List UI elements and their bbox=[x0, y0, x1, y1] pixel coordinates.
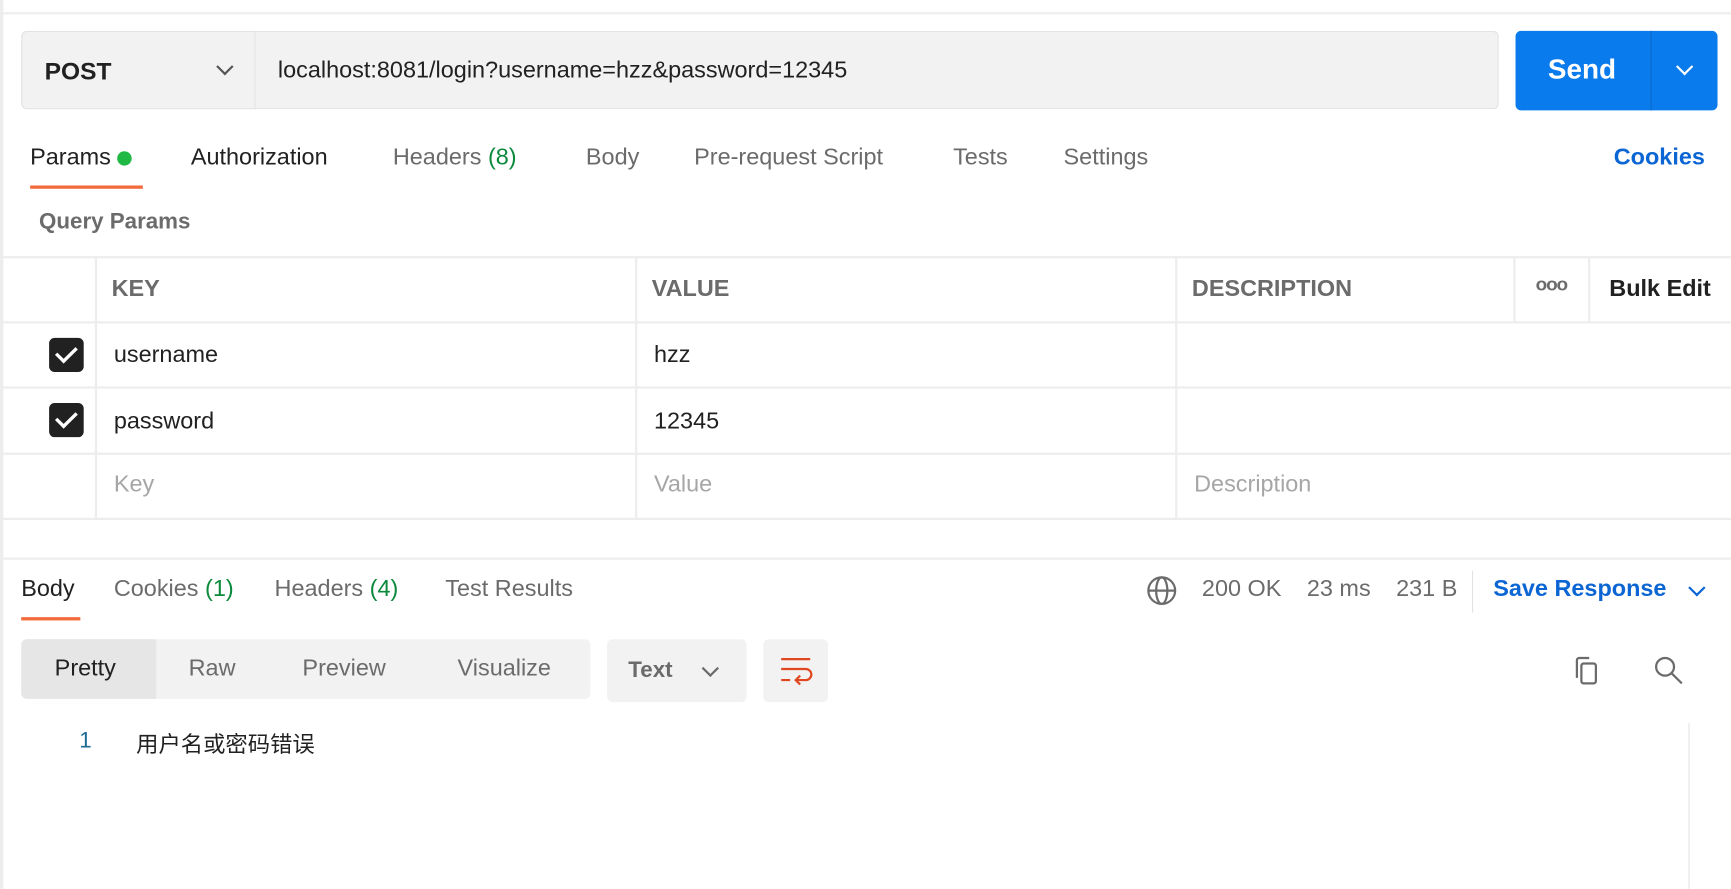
line-number: 1 bbox=[79, 728, 92, 753]
format-select[interactable]: Text bbox=[607, 639, 747, 703]
response-tab-test-results[interactable]: Test Results bbox=[445, 576, 573, 602]
tab-settings[interactable]: Settings bbox=[1064, 145, 1149, 171]
wrap-lines-icon bbox=[781, 657, 813, 686]
format-label: Text bbox=[628, 657, 673, 683]
response-body-line[interactable]: 用户名或密码错误 bbox=[136, 726, 315, 758]
send-button[interactable]: Send bbox=[1515, 30, 1718, 111]
row-checkbox[interactable] bbox=[49, 337, 84, 373]
view-preview[interactable]: Preview bbox=[302, 656, 385, 682]
chevron-down-icon bbox=[701, 659, 720, 678]
param-key[interactable]: username bbox=[114, 342, 218, 368]
param-value[interactable]: hzz bbox=[654, 342, 690, 368]
wrap-lines-button[interactable] bbox=[763, 639, 829, 703]
tab-params[interactable]: Params bbox=[30, 145, 132, 171]
view-visualize[interactable]: Visualize bbox=[458, 656, 551, 682]
column-value: VALUE bbox=[651, 276, 730, 302]
column-key: KEY bbox=[111, 276, 160, 302]
divider bbox=[3, 12, 1731, 15]
status-code[interactable]: 200 OK bbox=[1202, 576, 1281, 602]
param-value[interactable]: 12345 bbox=[654, 408, 719, 434]
postman-request-panel: POST localhost:8081/login?username=hzz&p… bbox=[0, 0, 1731, 889]
tab-authorization[interactable]: Authorization bbox=[191, 145, 328, 171]
description-input[interactable]: Description bbox=[1194, 471, 1311, 497]
active-tab-underline bbox=[30, 185, 143, 189]
tab-tests[interactable]: Tests bbox=[953, 145, 1008, 171]
response-size[interactable]: 231 B bbox=[1396, 576, 1457, 602]
response-time[interactable]: 23 ms bbox=[1307, 576, 1371, 602]
query-params-title: Query Params bbox=[39, 209, 191, 235]
param-key[interactable]: password bbox=[114, 408, 214, 434]
search-icon[interactable] bbox=[1652, 654, 1685, 687]
view-raw[interactable]: Raw bbox=[189, 656, 236, 682]
divider bbox=[3, 557, 1731, 560]
send-label: Send bbox=[1547, 54, 1617, 86]
chevron-down-icon[interactable] bbox=[1688, 579, 1706, 597]
response-tab-body[interactable]: Body bbox=[21, 576, 74, 602]
more-options-icon[interactable]: ooo bbox=[1536, 274, 1569, 296]
save-response-button[interactable]: Save Response bbox=[1493, 576, 1666, 602]
tab-headers[interactable]: Headers (8) bbox=[393, 145, 517, 171]
chevron-down-icon bbox=[216, 58, 234, 76]
params-dot-icon bbox=[117, 151, 132, 166]
response-tab-headers[interactable]: Headers (4) bbox=[275, 576, 399, 602]
tab-body[interactable]: Body bbox=[586, 145, 639, 171]
response-tab-cookies[interactable]: Cookies (1) bbox=[114, 576, 234, 602]
column-description: DESCRIPTION bbox=[1191, 276, 1353, 302]
scrollbar[interactable] bbox=[1688, 723, 1690, 889]
row-checkbox[interactable] bbox=[49, 402, 84, 438]
url-text: localhost:8081/login?username=hzz&passwo… bbox=[277, 57, 848, 83]
view-pretty[interactable]: Pretty bbox=[55, 656, 116, 682]
view-mode-toggle: Pretty Raw Preview Visualize bbox=[21, 639, 591, 699]
send-options-chevron-icon[interactable] bbox=[1675, 58, 1694, 76]
divider bbox=[1472, 570, 1474, 613]
cookies-link[interactable]: Cookies bbox=[1614, 145, 1705, 171]
url-input[interactable]: localhost:8081/login?username=hzz&passwo… bbox=[255, 30, 1499, 110]
method-label: POST bbox=[44, 57, 112, 86]
bulk-edit-button[interactable]: Bulk Edit bbox=[1609, 276, 1711, 302]
method-select[interactable]: POST bbox=[21, 30, 256, 110]
divider bbox=[1650, 30, 1652, 111]
key-input[interactable]: Key bbox=[114, 471, 154, 497]
value-input[interactable]: Value bbox=[654, 471, 712, 497]
tab-pre-request-script[interactable]: Pre-request Script bbox=[694, 145, 883, 171]
active-tab-underline bbox=[21, 617, 81, 621]
copy-icon[interactable] bbox=[1571, 655, 1602, 688]
globe-icon[interactable] bbox=[1146, 575, 1177, 606]
